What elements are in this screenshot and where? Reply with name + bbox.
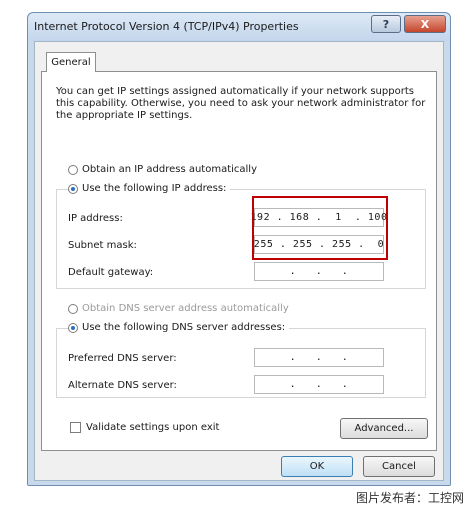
checkbox-icon	[70, 422, 81, 433]
preferred-dns-input[interactable]: . . .	[254, 348, 384, 367]
default-gateway-input[interactable]: . . .	[254, 262, 384, 281]
preferred-dns-label: Preferred DNS server:	[68, 353, 177, 364]
use-following-dns-radio[interactable]: Use the following DNS server addresses:	[68, 322, 290, 333]
alternate-dns-input[interactable]: . . .	[254, 375, 384, 394]
general-panel: You can get IP settings assigned automat…	[41, 71, 437, 451]
close-icon: X	[420, 17, 430, 31]
obtain-dns-auto-label: Obtain DNS server address automatically	[82, 303, 289, 314]
radio-selected-icon	[68, 322, 78, 333]
use-following-ip-label: Use the following IP address:	[82, 183, 227, 194]
use-following-dns-label: Use the following DNS server addresses:	[82, 322, 286, 333]
cancel-button[interactable]: Cancel	[363, 456, 435, 477]
subnet-mask-label: Subnet mask:	[68, 240, 137, 251]
help-icon: ?	[382, 17, 390, 31]
obtain-dns-auto-radio[interactable]: Obtain DNS server address automatically	[68, 303, 289, 314]
close-button[interactable]: X	[404, 15, 446, 33]
help-button[interactable]: ?	[371, 15, 401, 33]
alternate-dns-label: Alternate DNS server:	[68, 380, 177, 391]
advanced-button[interactable]: Advanced...	[340, 418, 428, 439]
title-bar[interactable]: Internet Protocol Version 4 (TCP/IPv4) P…	[28, 13, 450, 41]
dialog-client-area: General You can get IP settings assigned…	[34, 41, 444, 481]
watermark-text: 图片发布者：工控网	[355, 491, 464, 505]
obtain-ip-auto-label: Obtain an IP address automatically	[82, 164, 258, 175]
ip-address-label: IP address:	[68, 213, 123, 224]
description-text: You can get IP settings assigned automat…	[56, 86, 426, 121]
default-gateway-label: Default gateway:	[68, 267, 154, 278]
radio-selected-icon	[68, 183, 78, 194]
use-following-ip-radio[interactable]: Use the following IP address:	[68, 183, 231, 194]
tab-general[interactable]: General	[46, 52, 96, 72]
window-title: Internet Protocol Version 4 (TCP/IPv4) P…	[34, 20, 299, 33]
radio-icon	[68, 164, 78, 175]
properties-dialog: Internet Protocol Version 4 (TCP/IPv4) P…	[27, 12, 451, 486]
ok-button[interactable]: OK	[281, 456, 353, 477]
validate-settings-label: Validate settings upon exit	[86, 422, 220, 433]
validate-settings-checkbox[interactable]: Validate settings upon exit	[70, 422, 219, 433]
obtain-ip-auto-radio[interactable]: Obtain an IP address automatically	[68, 164, 257, 175]
radio-icon	[68, 303, 78, 314]
highlight-annotation	[252, 196, 388, 260]
